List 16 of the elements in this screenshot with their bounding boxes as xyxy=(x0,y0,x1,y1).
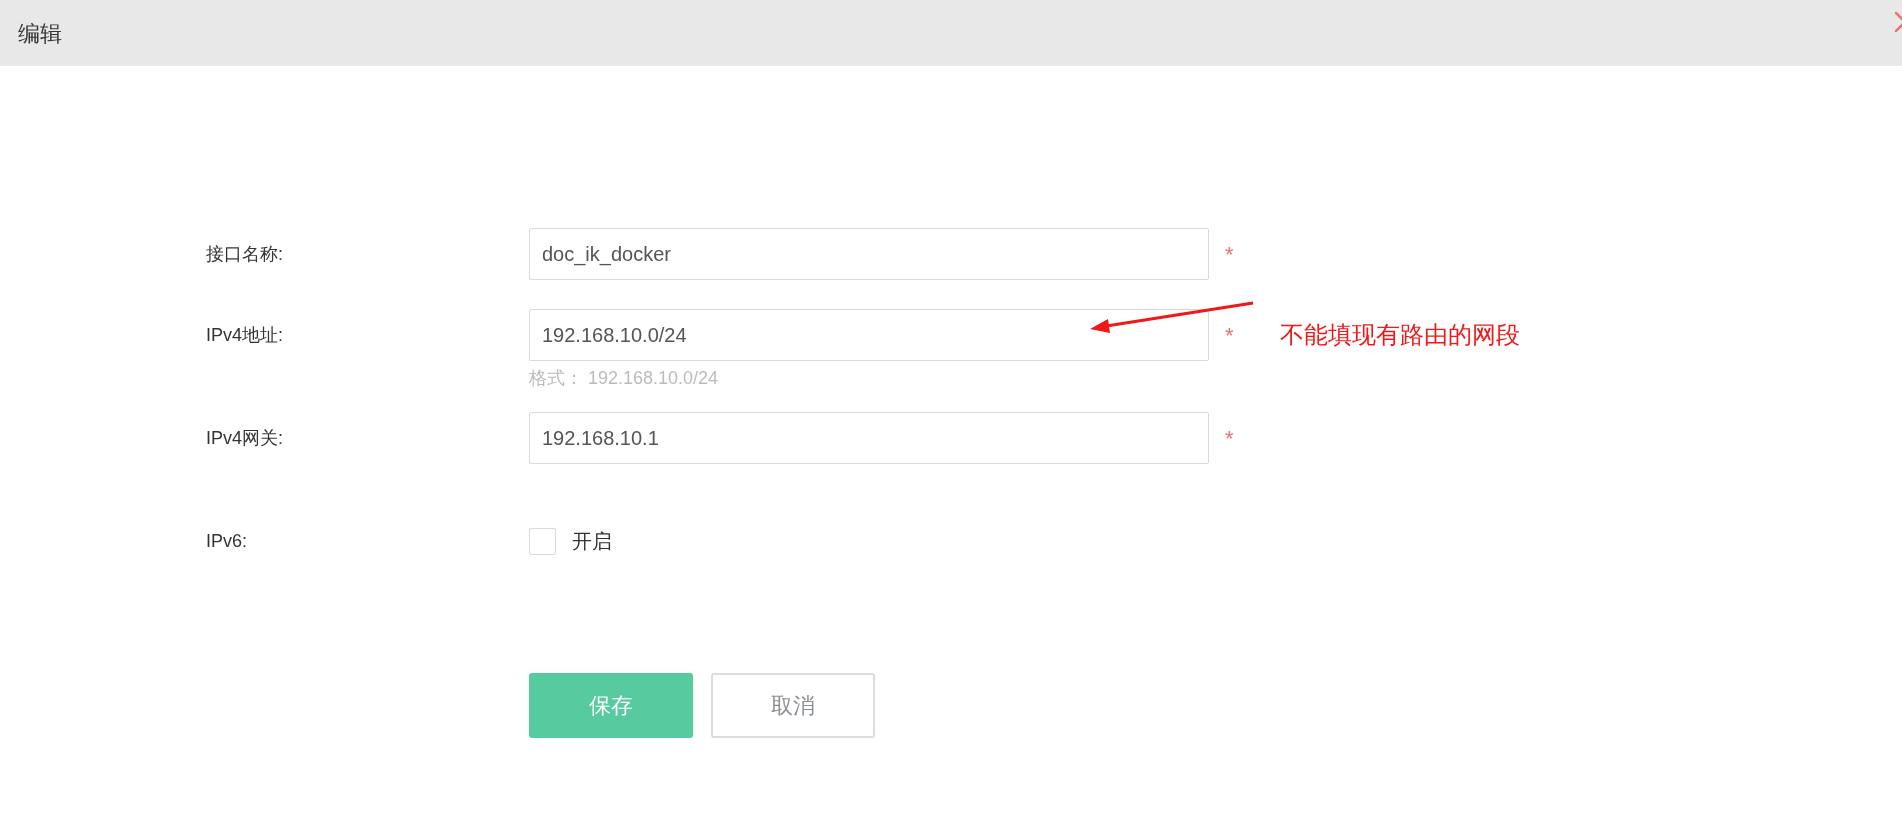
checkbox[interactable] xyxy=(529,527,556,555)
dialog-title: 编辑 xyxy=(18,19,62,48)
close-icon[interactable] xyxy=(1895,12,1902,32)
required-mark: * xyxy=(1225,321,1234,350)
required-mark: * xyxy=(1225,240,1234,269)
input-field[interactable]: 192.168.10.0/24 xyxy=(529,309,1209,361)
field-label: IPv4地址: xyxy=(205,323,285,347)
annotation-text: 不能填现有路由的网段 xyxy=(1279,320,1520,350)
format-hint: 格式： 192.168.10.0/24 xyxy=(529,367,720,390)
field-label: IPv6: xyxy=(205,529,249,553)
field-label: IPv4网关: xyxy=(205,426,285,450)
input-field[interactable]: doc_ik_docker xyxy=(529,228,1209,280)
input-field[interactable]: 192.168.10.1 xyxy=(529,412,1209,464)
checkbox-label: 开启 xyxy=(572,529,612,554)
field-label: 接口名称: xyxy=(205,242,284,266)
required-mark: * xyxy=(1225,424,1234,453)
